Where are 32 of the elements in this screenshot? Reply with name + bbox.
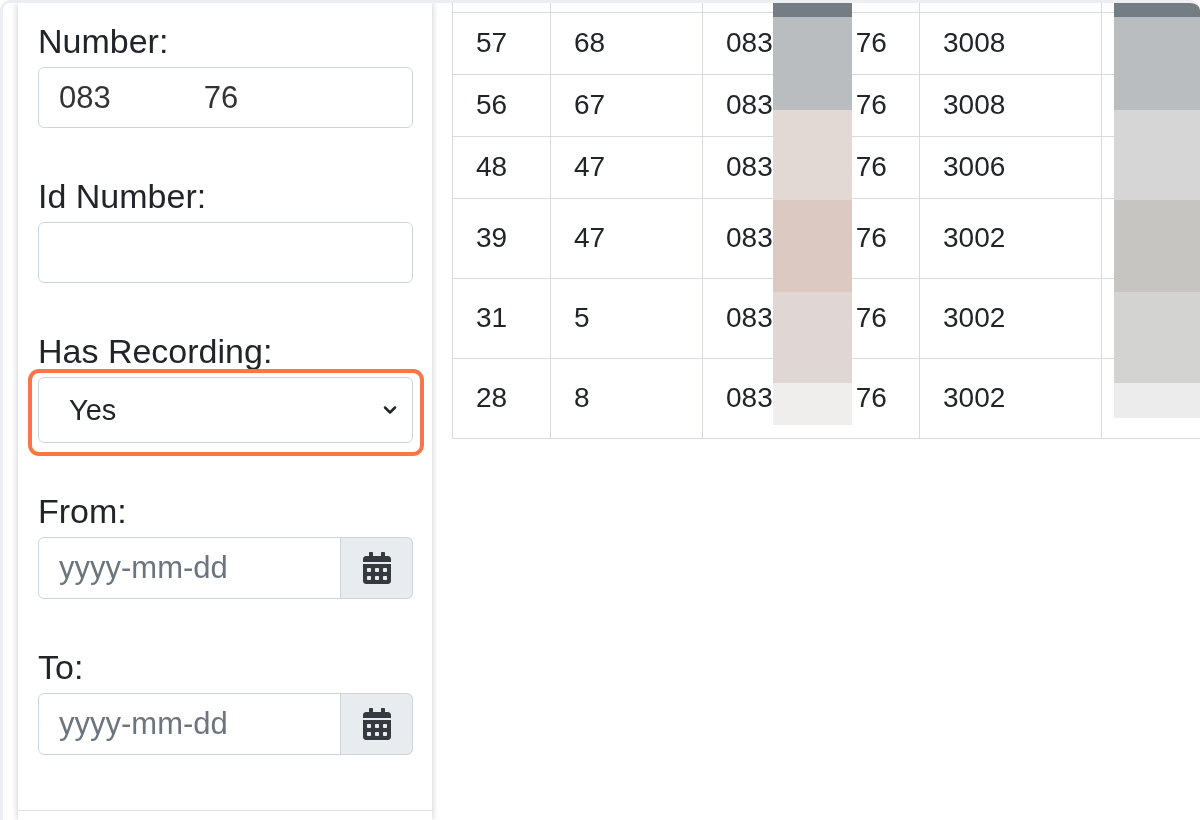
input-field[interactable]: 083 76 <box>38 67 413 128</box>
table-cell: 3006 <box>919 136 1102 198</box>
field-label: Id Number: <box>38 177 208 215</box>
table-cell: 68 <box>550 12 703 74</box>
calendar-icon <box>360 708 393 740</box>
table-cell: 3002 <box>919 198 1102 278</box>
date-field[interactable]: yyyy-mm-dd <box>38 693 341 755</box>
table-cell: 67 <box>550 74 703 136</box>
table-cell: 57 <box>452 12 551 74</box>
table-cell: 47 <box>550 136 703 198</box>
table-cell: 56 <box>452 74 551 136</box>
table-cell: 5 <box>550 278 703 358</box>
table-cell: 48 <box>452 136 551 198</box>
table-cell: 3008 <box>919 74 1102 136</box>
calendar-button[interactable] <box>341 537 413 599</box>
field-label: Has Recording: <box>38 332 274 370</box>
table-cell: 8 <box>550 358 703 438</box>
table-cell: 3002 <box>919 358 1102 438</box>
table-cell: 28 <box>452 358 551 438</box>
calendar-button[interactable] <box>341 693 413 755</box>
table-cell: 3002 <box>919 278 1102 358</box>
calendar-icon <box>360 552 393 584</box>
input-field[interactable] <box>38 222 413 283</box>
table-cell: 31 <box>452 278 551 358</box>
field-label: To: <box>38 648 85 686</box>
table-cell: 39 <box>452 198 551 278</box>
field-label: Number: <box>38 22 170 60</box>
table-cell: 3008 <box>919 12 1102 74</box>
date-field[interactable]: yyyy-mm-dd <box>38 537 341 599</box>
field-label: From: <box>38 492 128 530</box>
dropdown[interactable]: Yes <box>38 377 413 443</box>
table-cell: 47 <box>550 198 703 278</box>
